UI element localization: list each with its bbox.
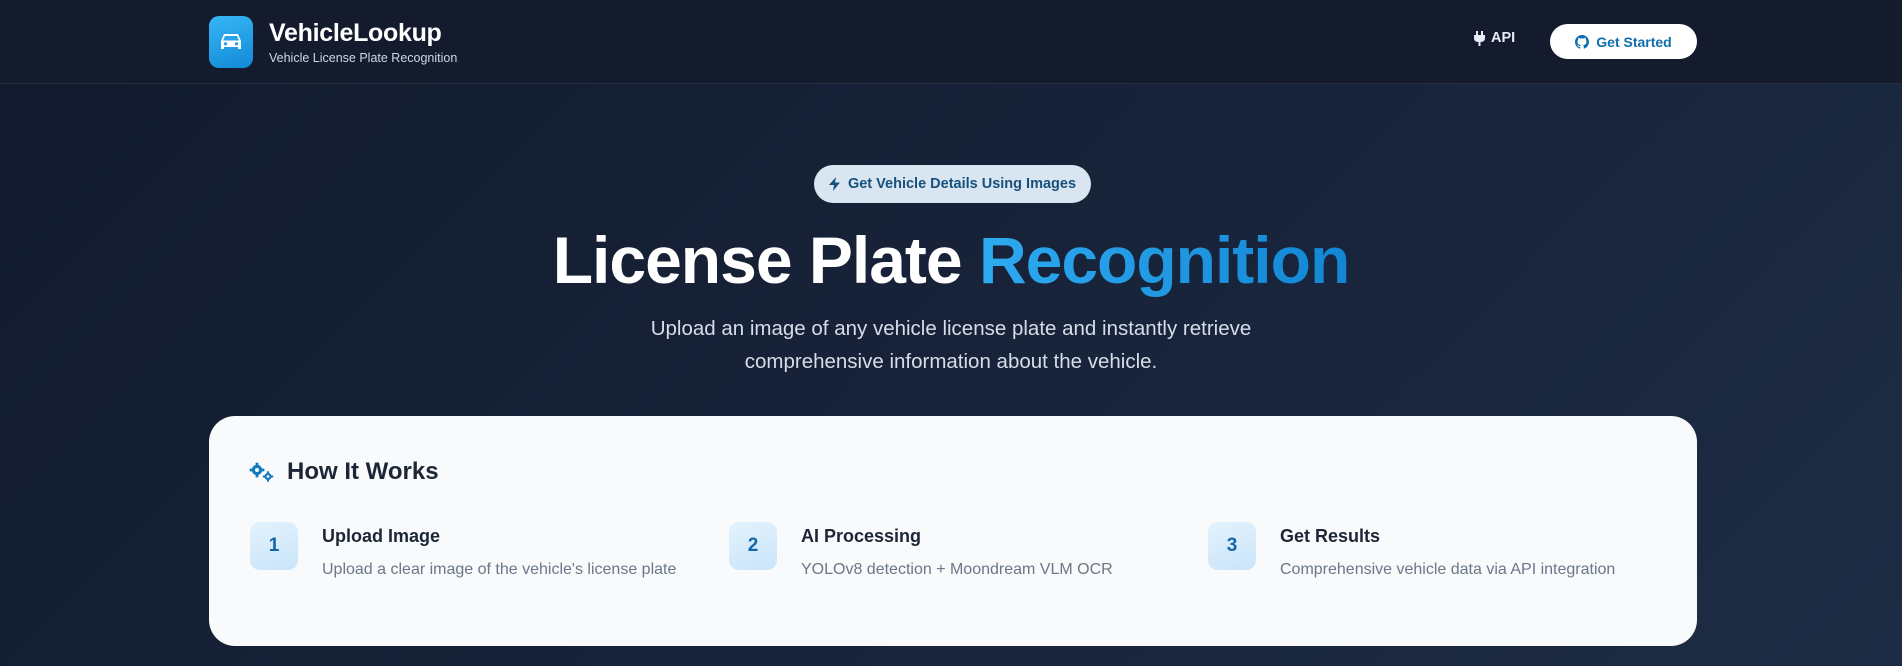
github-icon	[1575, 34, 1590, 49]
hero-badge: Get Vehicle Details Using Images	[814, 165, 1091, 203]
hero-title-main: License Plate	[552, 223, 979, 297]
car-icon	[209, 16, 253, 68]
brand-subtitle: Vehicle License Plate Recognition	[269, 51, 458, 65]
cogs-icon	[249, 462, 274, 482]
step-item: 2 AI Processing YOLOv8 detection + Moond…	[729, 522, 1161, 582]
get-started-label: Get Started	[1596, 33, 1672, 50]
step-description: Comprehensive vehicle data via API integ…	[1280, 561, 1616, 578]
step-title: Get Results	[1280, 526, 1381, 546]
brand-title: VehicleLookup	[269, 19, 442, 47]
hero-description-line-2: comprehensive information about the vehi…	[744, 350, 1158, 373]
step-description: Upload a clear image of the vehicle's li…	[322, 561, 677, 578]
how-it-works-header: How It Works	[249, 458, 439, 486]
brand[interactable]: VehicleLookup Vehicle License Plate Reco…	[209, 16, 457, 68]
hero-description-line-1: Upload an image of any vehicle license p…	[650, 317, 1252, 340]
how-it-works-card: How It Works 1 Upload Image Upload a cle…	[209, 416, 1697, 646]
hero-title-accent: Recognition	[978, 223, 1350, 297]
nav-link-api[interactable]: API	[1474, 30, 1515, 46]
hero-description: Upload an image of any vehicle license p…	[0, 312, 1902, 378]
plug-icon	[1474, 30, 1485, 46]
hero-title: License Plate Recognition	[0, 220, 1902, 300]
badge-label: Get Vehicle Details Using Images	[847, 176, 1077, 192]
step-number: 3	[1208, 522, 1256, 570]
step-item: 3 Get Results Comprehensive vehicle data…	[1208, 522, 1640, 582]
nav-api-label: API	[1491, 30, 1516, 46]
step-number: 1	[250, 522, 298, 570]
how-it-works-title: How It Works	[287, 458, 439, 485]
step-title: AI Processing	[801, 526, 922, 546]
bolt-icon	[828, 177, 840, 191]
step-title: Upload Image	[322, 526, 441, 546]
step-description: YOLOv8 detection + Moondream VLM OCR	[801, 561, 1113, 578]
get-started-button[interactable]: Get Started	[1550, 24, 1697, 59]
step-item: 1 Upload Image Upload a clear image of t…	[250, 522, 682, 582]
top-navbar: VehicleLookup Vehicle License Plate Reco…	[0, 0, 1902, 84]
step-number: 2	[729, 522, 777, 570]
